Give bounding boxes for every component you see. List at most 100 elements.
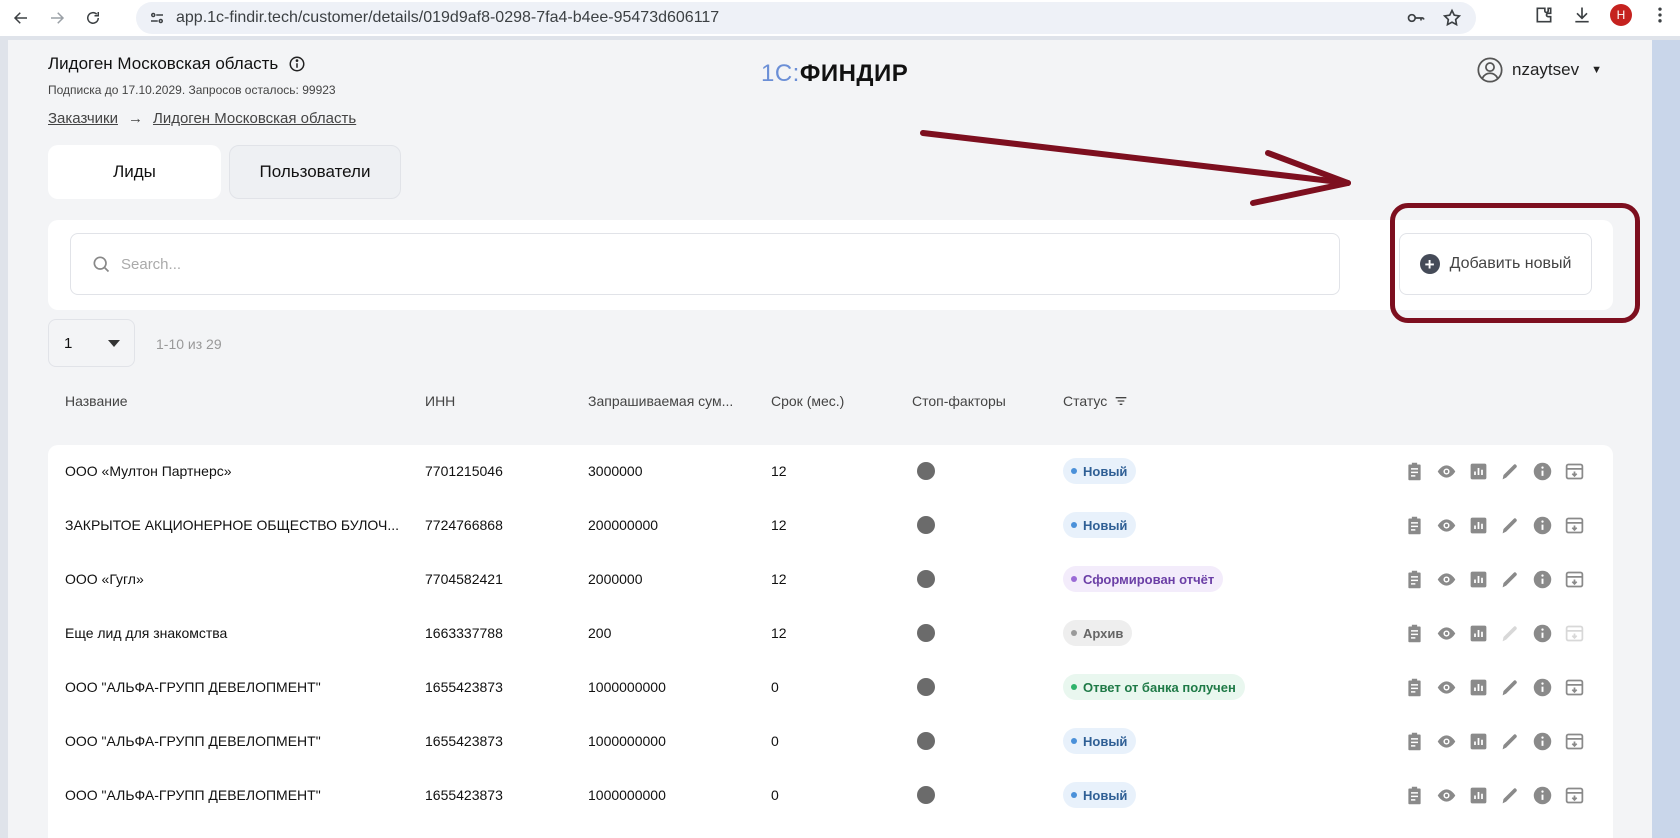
column-header-term[interactable]: Срок (мес.) xyxy=(771,393,844,409)
chart-icon[interactable] xyxy=(1468,784,1489,806)
extensions-icon[interactable] xyxy=(1534,5,1554,25)
eye-icon[interactable] xyxy=(1436,676,1457,698)
pencil-icon[interactable] xyxy=(1500,784,1521,806)
chart-icon[interactable] xyxy=(1468,514,1489,536)
clipboard-icon[interactable] xyxy=(1404,568,1425,590)
stop-factor-indicator xyxy=(917,516,935,534)
eye-icon[interactable] xyxy=(1436,514,1457,536)
status-label: Новый xyxy=(1083,517,1128,533)
tab-users[interactable]: Пользователи xyxy=(229,145,401,199)
chart-icon[interactable] xyxy=(1468,568,1489,590)
search-box[interactable] xyxy=(70,233,1340,295)
back-icon[interactable] xyxy=(6,3,36,33)
kebab-menu-icon[interactable] xyxy=(1650,5,1670,25)
status-badge: Новый xyxy=(1063,512,1137,538)
eye-icon[interactable] xyxy=(1436,784,1457,806)
eye-icon[interactable] xyxy=(1436,622,1457,644)
info-icon[interactable] xyxy=(288,55,306,73)
info-icon[interactable] xyxy=(1532,730,1553,752)
bookmark-star-icon[interactable] xyxy=(1442,8,1462,28)
eye-icon[interactable] xyxy=(1436,568,1457,590)
archive-box-icon[interactable] xyxy=(1564,676,1585,698)
address-bar[interactable]: app.1c-findir.tech/customer/details/019d… xyxy=(136,2,1476,34)
search-input[interactable] xyxy=(121,255,1121,273)
lead-term: 12 xyxy=(771,463,787,479)
lead-amount: 3000000 xyxy=(588,463,643,479)
clipboard-icon[interactable] xyxy=(1404,784,1425,806)
table-row[interactable]: ООО «Гугл» 7704582421 2000000 12 Сформирован… xyxy=(48,553,1613,607)
info-icon[interactable] xyxy=(1532,514,1553,536)
lead-name: Еще лид для знакомства xyxy=(65,625,228,641)
eye-icon[interactable] xyxy=(1436,460,1457,482)
chart-icon[interactable] xyxy=(1468,730,1489,752)
pencil-icon[interactable] xyxy=(1500,568,1521,590)
pencil-icon[interactable] xyxy=(1500,460,1521,482)
stop-factor-indicator xyxy=(917,732,935,750)
column-header-inn[interactable]: ИНН xyxy=(425,393,455,409)
status-label: Новый xyxy=(1083,787,1128,803)
page-select[interactable]: 1 xyxy=(48,319,135,367)
password-key-icon[interactable] xyxy=(1406,8,1426,28)
column-header-stop-factors[interactable]: Стоп-факторы xyxy=(912,393,1006,409)
company-name: Лидоген Московская область xyxy=(48,54,279,73)
archive-box-icon[interactable] xyxy=(1564,730,1585,752)
table-row[interactable]: ООО "АЛЬФА-ГРУПП ДЕВЕЛОПМЕНТ" 1655423873 1… xyxy=(48,769,1613,823)
status-badge: Сформирован отчёт xyxy=(1063,566,1224,592)
clipboard-icon[interactable] xyxy=(1404,622,1425,644)
table-row[interactable]: ООО "АЛЬФА-ГРУПП ДЕВЕЛОПМЕНТ" 1655423873 1… xyxy=(48,661,1613,715)
clipboard-icon[interactable] xyxy=(1404,514,1425,536)
row-actions xyxy=(1404,730,1585,752)
info-icon[interactable] xyxy=(1532,460,1553,482)
status-dot-icon xyxy=(1071,792,1077,798)
tabs: Лиды Пользователи xyxy=(48,145,401,199)
user-menu[interactable]: nzaytsev ▼ xyxy=(1476,56,1602,84)
lead-term: 0 xyxy=(771,733,779,749)
archive-box-icon[interactable] xyxy=(1564,784,1585,806)
eye-icon[interactable] xyxy=(1436,730,1457,752)
app-logo[interactable]: 1С:ФИНДИР xyxy=(761,60,908,88)
forward-icon[interactable] xyxy=(42,3,72,33)
breadcrumb-separator: → xyxy=(127,110,143,127)
site-settings-icon[interactable] xyxy=(148,9,166,27)
chart-icon[interactable] xyxy=(1468,460,1489,482)
info-icon[interactable] xyxy=(1532,622,1553,644)
breadcrumb-customers-link[interactable]: Заказчики xyxy=(48,110,118,127)
table-row[interactable]: ЗАКРЫТОЕ АКЦИОНЕРНОЕ ОБЩЕСТВО БУЛОЧ... 77… xyxy=(48,499,1613,553)
download-icon[interactable] xyxy=(1572,5,1592,25)
clipboard-icon[interactable] xyxy=(1404,460,1425,482)
profile-avatar[interactable]: H xyxy=(1610,4,1632,26)
pencil-icon[interactable] xyxy=(1500,730,1521,752)
column-header-amount[interactable]: Запрашиваемая сум... xyxy=(588,393,733,409)
chart-icon[interactable] xyxy=(1468,622,1489,644)
lead-name: ООО «Гугл» xyxy=(65,571,144,587)
archive-box-icon[interactable] xyxy=(1564,514,1585,536)
table-row[interactable]: Еще лид для знакомства 1663337788 200 12 Арх… xyxy=(48,607,1613,661)
archive-box-icon[interactable] xyxy=(1564,460,1585,482)
stop-factor-indicator xyxy=(917,624,935,642)
stop-factor-indicator xyxy=(917,462,935,480)
archive-box-icon[interactable] xyxy=(1564,622,1585,644)
clipboard-icon[interactable] xyxy=(1404,676,1425,698)
clipboard-icon[interactable] xyxy=(1404,730,1425,752)
user-avatar-icon xyxy=(1477,57,1503,83)
column-header-status[interactable]: Статус xyxy=(1063,393,1129,409)
info-icon[interactable] xyxy=(1532,784,1553,806)
url-text[interactable]: app.1c-findir.tech/customer/details/019d… xyxy=(176,9,719,27)
tab-leads[interactable]: Лиды xyxy=(48,145,221,199)
pencil-icon[interactable] xyxy=(1500,514,1521,536)
pencil-icon[interactable] xyxy=(1500,622,1521,644)
info-icon[interactable] xyxy=(1532,568,1553,590)
archive-box-icon[interactable] xyxy=(1564,568,1585,590)
table-row[interactable]: ООО «Мултон Партнерс» 7701215046 3000000 12… xyxy=(48,445,1613,499)
breadcrumb-current-link[interactable]: Лидоген Московская область xyxy=(153,110,356,127)
table-row[interactable]: ООО "АЛЬФА-ГРУПП ДЕВЕЛОПМЕНТ" 1655423873 1… xyxy=(48,715,1613,769)
stop-factor-indicator xyxy=(917,678,935,696)
column-header-name[interactable]: Название xyxy=(65,393,128,409)
status-badge: Ответ от банка получен xyxy=(1063,674,1245,700)
chart-icon[interactable] xyxy=(1468,676,1489,698)
filter-icon[interactable] xyxy=(1113,393,1129,409)
pencil-icon[interactable] xyxy=(1500,676,1521,698)
reload-icon[interactable] xyxy=(78,3,108,33)
info-icon[interactable] xyxy=(1532,676,1553,698)
status-badge: Новый xyxy=(1063,458,1137,484)
